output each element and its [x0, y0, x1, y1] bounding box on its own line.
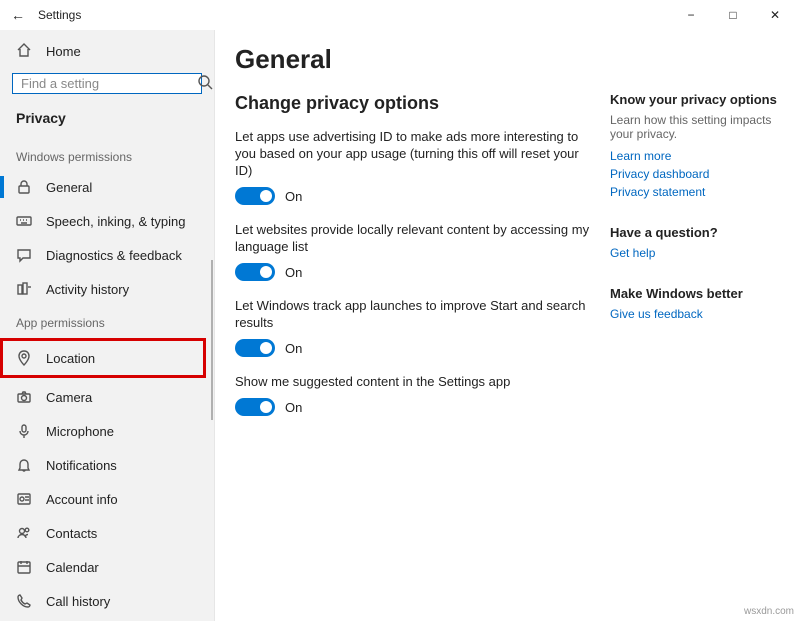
- search-icon: [197, 74, 213, 93]
- sidebar-item-activity[interactable]: Activity history: [0, 272, 214, 306]
- sidebar-item-label: Camera: [46, 390, 92, 405]
- current-section: Privacy: [0, 108, 214, 140]
- aside-panel: Know your privacy options Learn how this…: [610, 44, 780, 621]
- location-icon: [16, 350, 32, 366]
- aside-group1-text: Learn how this setting impacts your priv…: [610, 113, 780, 141]
- page-title: General: [235, 44, 610, 75]
- window-title: Settings: [32, 8, 81, 22]
- sidebar: Home Privacy Windows permissions General…: [0, 30, 215, 621]
- option-desc: Show me suggested content in the Setting…: [235, 373, 595, 390]
- search-input-wrap[interactable]: [12, 73, 202, 94]
- toggle-advertising-id[interactable]: [235, 187, 275, 205]
- windows-permissions-head: Windows permissions: [0, 140, 214, 170]
- sidebar-item-notifications[interactable]: Notifications: [0, 448, 214, 482]
- sidebar-item-label: Microphone: [46, 424, 114, 439]
- sidebar-item-location[interactable]: Location: [3, 341, 203, 375]
- mic-icon: [16, 423, 32, 439]
- sidebar-item-label: Diagnostics & feedback: [46, 248, 182, 263]
- sidebar-item-label: Notifications: [46, 458, 117, 473]
- back-button[interactable]: ←: [4, 7, 32, 23]
- sidebar-item-general[interactable]: General: [0, 170, 214, 204]
- aside-group2-head: Have a question?: [610, 225, 780, 240]
- main-panel: General Change privacy options Let apps …: [215, 30, 800, 621]
- link-learn-more[interactable]: Learn more: [610, 149, 780, 163]
- calendar-icon: [16, 559, 32, 575]
- sidebar-item-diagnostics[interactable]: Diagnostics & feedback: [0, 238, 214, 272]
- sidebar-item-label: Activity history: [46, 282, 129, 297]
- app-permissions-head: App permissions: [0, 306, 214, 336]
- sidebar-scroll-thumb[interactable]: [211, 260, 213, 420]
- sidebar-item-label: Calendar: [46, 560, 99, 575]
- link-give-feedback[interactable]: Give us feedback: [610, 307, 780, 321]
- maximize-button[interactable]: □: [712, 0, 754, 30]
- sidebar-item-speech[interactable]: Speech, inking, & typing: [0, 204, 214, 238]
- option-desc: Let websites provide locally relevant co…: [235, 221, 595, 255]
- keyboard-icon: [16, 213, 32, 229]
- sidebar-item-account[interactable]: Account info: [0, 482, 214, 516]
- history-icon: [16, 281, 32, 297]
- location-highlight: Location: [0, 338, 206, 378]
- sidebar-item-contacts[interactable]: Contacts: [0, 516, 214, 550]
- aside-group1-head: Know your privacy options: [610, 92, 780, 107]
- sidebar-item-label: Location: [46, 351, 95, 366]
- option-language-list: Let websites provide locally relevant co…: [235, 221, 610, 281]
- contacts-icon: [16, 525, 32, 541]
- sidebar-item-label: Account info: [46, 492, 118, 507]
- camera-icon: [16, 389, 32, 405]
- titlebar: ← Settings − □ ✕: [0, 0, 800, 30]
- bell-icon: [16, 457, 32, 473]
- sidebar-item-label: Speech, inking, & typing: [46, 214, 185, 229]
- watermark: wsxdn.com: [744, 606, 794, 617]
- toggle-app-launches[interactable]: [235, 339, 275, 357]
- option-desc: Let apps use advertising ID to make ads …: [235, 128, 595, 179]
- feedback-icon: [16, 247, 32, 263]
- lock-icon: [16, 179, 32, 195]
- link-privacy-statement[interactable]: Privacy statement: [610, 185, 780, 199]
- sidebar-item-label: General: [46, 180, 92, 195]
- minimize-button[interactable]: −: [670, 0, 712, 30]
- phone-icon: [16, 593, 32, 609]
- search-input[interactable]: [21, 76, 197, 91]
- sidebar-item-camera[interactable]: Camera: [0, 380, 214, 414]
- toggle-state: On: [285, 341, 302, 356]
- toggle-suggested-content[interactable]: [235, 398, 275, 416]
- close-button[interactable]: ✕: [754, 0, 796, 30]
- toggle-language-list[interactable]: [235, 263, 275, 281]
- aside-group3-head: Make Windows better: [610, 286, 780, 301]
- home-button[interactable]: Home: [0, 36, 214, 73]
- account-icon: [16, 491, 32, 507]
- home-label: Home: [46, 44, 81, 59]
- link-privacy-dashboard[interactable]: Privacy dashboard: [610, 167, 780, 181]
- option-app-launches: Let Windows track app launches to improv…: [235, 297, 610, 357]
- home-icon: [16, 42, 32, 61]
- link-get-help[interactable]: Get help: [610, 246, 780, 260]
- sidebar-item-label: Call history: [46, 594, 110, 609]
- sidebar-item-microphone[interactable]: Microphone: [0, 414, 214, 448]
- toggle-state: On: [285, 265, 302, 280]
- page-subtitle: Change privacy options: [235, 93, 610, 114]
- option-advertising-id: Let apps use advertising ID to make ads …: [235, 128, 610, 205]
- sidebar-item-label: Contacts: [46, 526, 97, 541]
- sidebar-item-calendar[interactable]: Calendar: [0, 550, 214, 584]
- sidebar-item-call-history[interactable]: Call history: [0, 584, 214, 618]
- toggle-state: On: [285, 400, 302, 415]
- option-desc: Let Windows track app launches to improv…: [235, 297, 595, 331]
- option-suggested-content: Show me suggested content in the Setting…: [235, 373, 610, 416]
- toggle-state: On: [285, 189, 302, 204]
